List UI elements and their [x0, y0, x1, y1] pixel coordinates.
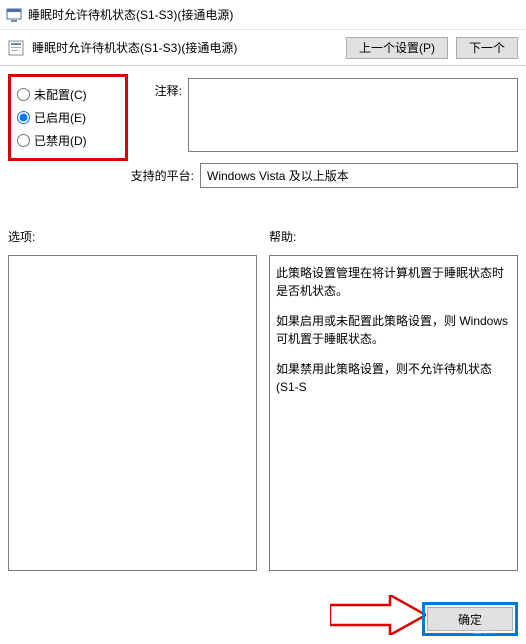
radio-enabled-input[interactable] [17, 111, 30, 124]
radio-disabled-label: 已禁用(D) [34, 132, 87, 149]
options-box [8, 255, 257, 571]
platform-label: 支持的平台: [128, 163, 200, 184]
header-title: 睡眠时允许待机状态(S1-S3)(接通电源) [32, 39, 338, 56]
radio-disabled[interactable]: 已禁用(D) [15, 129, 121, 152]
comment-textarea[interactable] [188, 78, 518, 152]
window-title: 睡眠时允许待机状态(S1-S3)(接通电源) [28, 6, 233, 23]
help-label: 帮助: [269, 228, 518, 245]
radio-not-configured-input[interactable] [17, 88, 30, 101]
policy-icon [8, 40, 24, 56]
title-bar: 睡眠时允许待机状态(S1-S3)(接通电源) [0, 0, 526, 30]
help-p2: 如果启用或未配置此策略设置，则 Windows 可机置于睡眠状态。 [276, 312, 511, 348]
ok-button-highlight: 确定 [422, 602, 518, 636]
content-area: 未配置(C) 已启用(E) 已禁用(D) 注释: 支持的平台: Windows … [0, 66, 526, 571]
help-p3: 如果禁用此策略设置，则不允许待机状态(S1-S [276, 360, 511, 396]
radio-enabled-label: 已启用(E) [34, 109, 86, 126]
radio-not-configured-label: 未配置(C) [34, 86, 87, 103]
app-icon [6, 7, 22, 23]
radio-enabled[interactable]: 已启用(E) [15, 106, 121, 129]
options-label: 选项: [8, 228, 257, 245]
button-row: 确定 [422, 602, 526, 636]
annotation-arrow [330, 595, 426, 638]
header-row: 睡眠时允许待机状态(S1-S3)(接通电源) 上一个设置(P) 下一个 [0, 30, 526, 66]
platform-value: Windows Vista 及以上版本 [200, 163, 518, 188]
next-setting-button[interactable]: 下一个 [456, 37, 518, 59]
ok-button[interactable]: 确定 [427, 607, 513, 631]
help-box: 此策略设置管理在将计算机置于睡眠状态时是否机状态。 如果启用或未配置此策略设置，… [269, 255, 518, 571]
prev-setting-button[interactable]: 上一个设置(P) [346, 37, 448, 59]
help-p1: 此策略设置管理在将计算机置于睡眠状态时是否机状态。 [276, 264, 511, 300]
radio-not-configured[interactable]: 未配置(C) [15, 83, 121, 106]
radio-group: 未配置(C) 已启用(E) 已禁用(D) [8, 74, 128, 161]
comment-label: 注释: [128, 78, 188, 99]
radio-disabled-input[interactable] [17, 134, 30, 147]
